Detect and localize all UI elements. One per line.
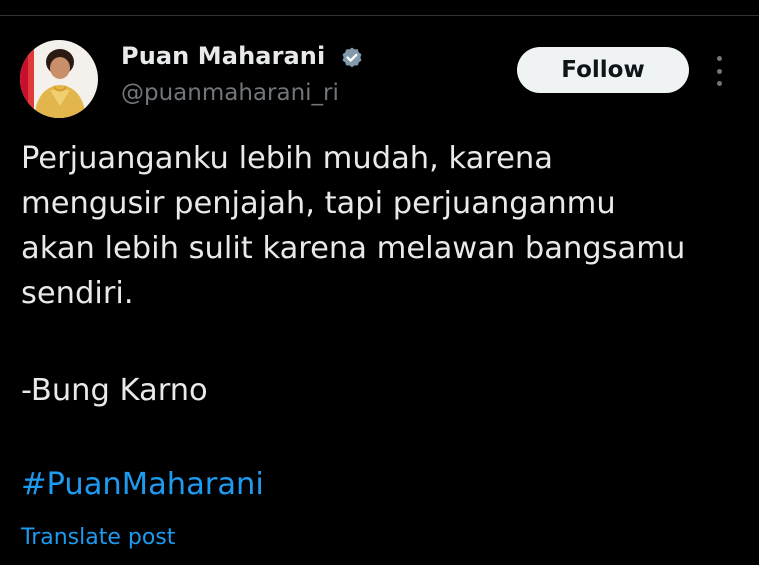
hashtag-link[interactable]: #PuanMaharani <box>21 462 264 507</box>
more-dot <box>716 81 722 86</box>
avatar-photo-icon <box>20 40 98 118</box>
more-dot <box>716 56 722 61</box>
post-text-line: mengusir penjajah, tapi perjuanganmu <box>21 186 616 221</box>
translate-post-link[interactable]: Translate post <box>21 522 175 554</box>
author-handle[interactable]: @puanmaharani_ri <box>121 80 339 106</box>
avatar[interactable] <box>20 40 98 118</box>
post-signature: -Bung Karno <box>21 373 208 408</box>
post-text: Perjuanganku lebih mudah, karena mengusi… <box>21 136 751 316</box>
post-text-line: sendiri. <box>21 276 134 311</box>
author-display-name[interactable]: Puan Maharani <box>121 42 325 70</box>
top-divider <box>0 15 759 16</box>
more-dot <box>716 68 722 74</box>
post-text-line: Perjuanganku lebih mudah, karena <box>21 141 553 176</box>
post-text-line: akan lebih sulit karena melawan bangsamu <box>21 231 686 266</box>
verified-badge-icon[interactable] <box>340 46 364 70</box>
follow-button[interactable]: Follow <box>517 47 689 93</box>
more-options-icon[interactable] <box>711 56 727 86</box>
